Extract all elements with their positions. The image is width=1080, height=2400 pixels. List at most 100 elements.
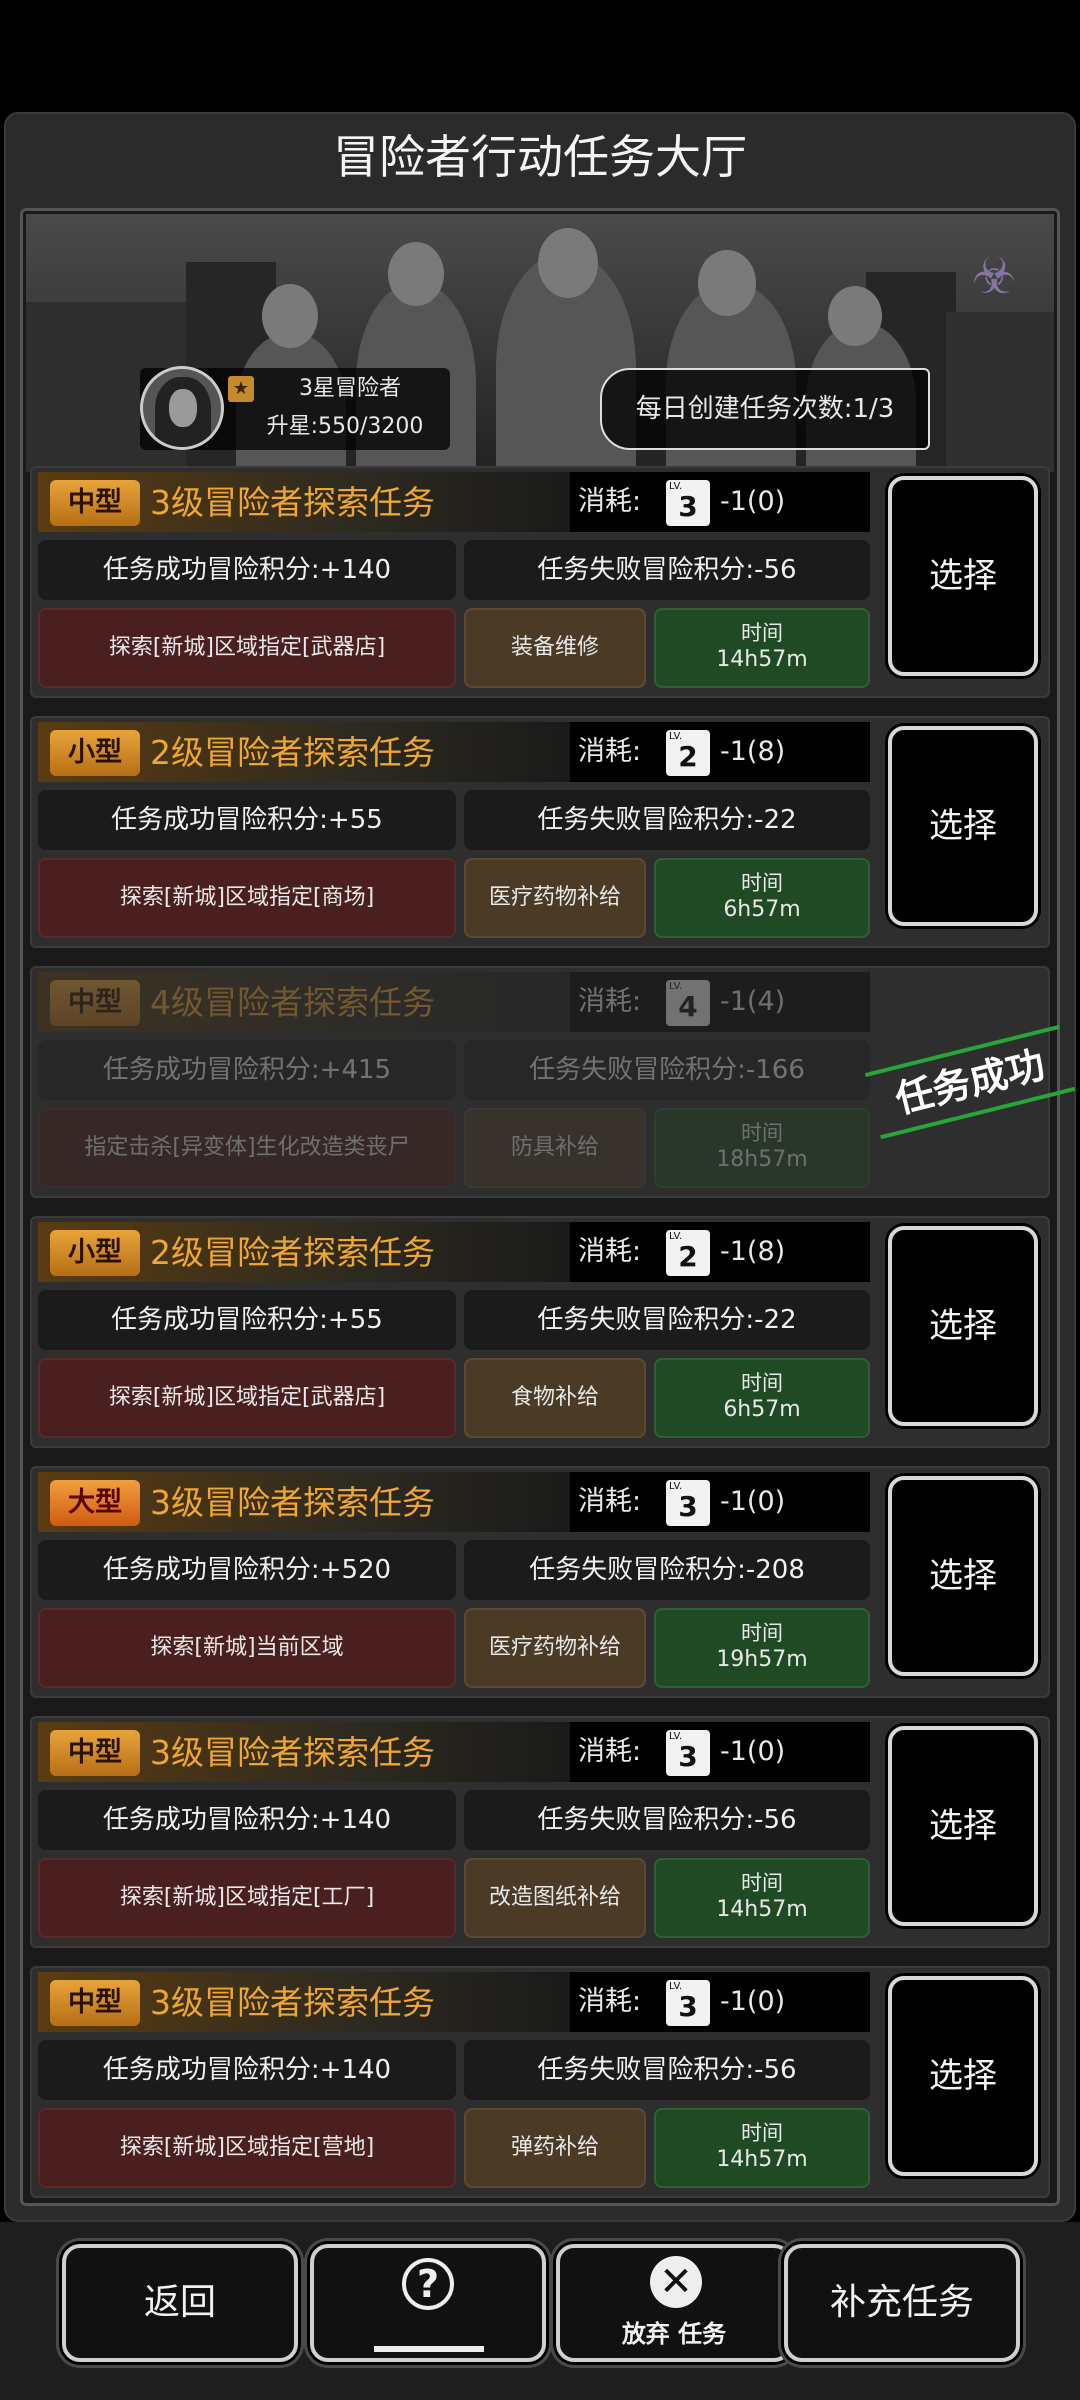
mission-cost: 消耗: LV. 3 -1(0) (570, 1722, 870, 1782)
mission-card: 中型 3级冒险者探索任务 消耗: LV. 3 -1(0) 任务成功冒险积分:+140 任务失败… (30, 1716, 1050, 1948)
success-points: 任务成功冒险积分:+415 (38, 1040, 456, 1100)
success-points: 任务成功冒险积分:+140 (38, 2040, 456, 2100)
mission-size-badge: 中型 (50, 1980, 140, 2026)
mission-title: 4级冒险者探索任务 (150, 983, 435, 1022)
level-ticket-icon: LV. 2 (666, 1230, 710, 1276)
mission-cost: 消耗: LV. 3 -1(0) (570, 472, 870, 532)
cost-label: 消耗: (578, 1486, 642, 1517)
cost-label: 消耗: (578, 1986, 642, 2017)
cost-label: 消耗: (578, 736, 642, 767)
mission-reward: 装备维修 (464, 608, 646, 688)
success-points: 任务成功冒险积分:+55 (38, 1290, 456, 1350)
select-button[interactable]: 选择 (888, 1226, 1038, 1426)
fail-points: 任务失败冒险积分:-56 (464, 2040, 870, 2100)
level-ticket-icon: LV. 3 (666, 1730, 710, 1776)
success-points: 任务成功冒险积分:+140 (38, 540, 456, 600)
mission-header: 大型 3级冒险者探索任务 (38, 1472, 570, 1532)
success-points: 任务成功冒险积分:+55 (38, 790, 456, 850)
mission-header: 中型 3级冒险者探索任务 (38, 1972, 570, 2032)
mission-title: 2级冒险者探索任务 (150, 1233, 435, 1272)
mission-success-stamp: 任务成功 (864, 1024, 1076, 1140)
mission-reward: 医疗药物补给 (464, 1608, 646, 1688)
help-button[interactable]: ? (310, 2244, 546, 2362)
mission-size-badge: 中型 (50, 980, 140, 1026)
rank-badge-icon: ★ (228, 376, 254, 402)
mission-time: 时间 14h57m (654, 1858, 870, 1938)
select-button[interactable]: 选择 (888, 476, 1038, 676)
cost-value: -1(4) (720, 986, 786, 1017)
fail-points: 任务失败冒险积分:-56 (464, 1790, 870, 1850)
level-ticket-icon: LV. 3 (666, 1980, 710, 2026)
mission-cost: 消耗: LV. 3 -1(0) (570, 1472, 870, 1532)
mission-title: 3级冒险者探索任务 (150, 1483, 435, 1522)
mission-size-badge: 小型 (50, 1230, 140, 1276)
mission-objective: 探索[新城]区域指定[营地] (38, 2108, 456, 2188)
abandon-mission-button[interactable]: ✕ 放弃 任务 (556, 2244, 792, 2362)
mission-reward: 弹药补给 (464, 2108, 646, 2188)
mission-card: 小型 2级冒险者探索任务 消耗: LV. 2 -1(8) 任务成功冒险积分:+55 任务失败冒… (30, 716, 1050, 948)
mission-size-badge: 大型 (50, 1480, 140, 1526)
player-rank-label: 3星冒险者 (299, 376, 401, 401)
mission-cost: 消耗: LV. 2 -1(8) (570, 722, 870, 782)
mission-objective: 探索[新城]区域指定[武器店] (38, 608, 456, 688)
level-ticket-icon: LV. 3 (666, 1480, 710, 1526)
mission-objective: 探索[新城]区域指定[工厂] (38, 1858, 456, 1938)
cost-label: 消耗: (578, 1736, 642, 1767)
mission-card: 小型 2级冒险者探索任务 消耗: LV. 2 -1(8) 任务成功冒险积分:+55 任务失败冒… (30, 1216, 1050, 1448)
level-ticket-icon: LV. 4 (666, 980, 710, 1026)
fail-points: 任务失败冒险积分:-22 (464, 790, 870, 850)
select-button[interactable]: 选择 (888, 1726, 1038, 1926)
mission-reward: 防具补给 (464, 1108, 646, 1188)
mission-time: 时间 18h57m (654, 1108, 870, 1188)
daily-create-count: 每日创建任务次数:1/3 (600, 368, 930, 450)
mission-title: 3级冒险者探索任务 (150, 1733, 435, 1772)
cost-value: -1(8) (720, 1236, 786, 1267)
select-button[interactable]: 选择 (888, 1476, 1038, 1676)
select-button[interactable]: 选择 (888, 1976, 1038, 2176)
mission-header: 中型 4级冒险者探索任务 (38, 972, 570, 1032)
star-progress: 升星:550/3200 (266, 414, 424, 439)
mission-reward: 改造图纸补给 (464, 1858, 646, 1938)
success-points: 任务成功冒险积分:+520 (38, 1540, 456, 1600)
mission-reward: 食物补给 (464, 1358, 646, 1438)
mission-objective: 指定击杀[异变体]生化改造类丧尸 (38, 1108, 456, 1188)
mission-card: 中型 3级冒险者探索任务 消耗: LV. 3 -1(0) 任务成功冒险积分:+140 任务失败… (30, 466, 1050, 698)
mission-time: 时间 14h57m (654, 2108, 870, 2188)
cost-value: -1(0) (720, 1486, 786, 1517)
mission-objective: 探索[新城]区域指定[商场] (38, 858, 456, 938)
player-avatar[interactable] (140, 366, 224, 450)
mission-objective: 探索[新城]区域指定[武器店] (38, 1358, 456, 1438)
select-button[interactable]: 选择 (888, 726, 1038, 926)
mission-size-badge: 小型 (50, 730, 140, 776)
fail-points: 任务失败冒险积分:-56 (464, 540, 870, 600)
success-points: 任务成功冒险积分:+140 (38, 1790, 456, 1850)
back-button[interactable]: 返回 (62, 2244, 298, 2362)
mission-time: 时间 14h57m (654, 608, 870, 688)
cost-value: -1(0) (720, 1986, 786, 2017)
mission-objective: 探索[新城]当前区域 (38, 1608, 456, 1688)
mission-title: 3级冒险者探索任务 (150, 483, 435, 522)
close-x-icon: ✕ (650, 2256, 702, 2308)
fail-points: 任务失败冒险积分:-208 (464, 1540, 870, 1600)
cost-label: 消耗: (578, 1236, 642, 1267)
mission-header: 中型 3级冒险者探索任务 (38, 472, 570, 532)
mission-title: 2级冒险者探索任务 (150, 733, 435, 772)
mission-cost: 消耗: LV. 4 -1(4) (570, 972, 870, 1032)
mission-header: 小型 2级冒险者探索任务 (38, 722, 570, 782)
cost-value: -1(0) (720, 1736, 786, 1767)
replenish-mission-button[interactable]: 补充任务 (784, 2244, 1020, 2362)
cost-label: 消耗: (578, 486, 642, 517)
mission-reward: 医疗药物补给 (464, 858, 646, 938)
mission-cost: 消耗: LV. 2 -1(8) (570, 1222, 870, 1282)
mission-card: 大型 3级冒险者探索任务 消耗: LV. 3 -1(0) 任务成功冒险积分:+520 任务失败… (30, 1466, 1050, 1698)
mission-title: 3级冒险者探索任务 (150, 1983, 435, 2022)
mission-time: 时间 6h57m (654, 858, 870, 938)
level-ticket-icon: LV. 3 (666, 480, 710, 526)
page-title: 冒险者行动任务大厅 (333, 130, 747, 184)
mission-card: 中型 4级冒险者探索任务 消耗: LV. 4 -1(4) 任务成功冒险积分:+415 任务失败… (30, 966, 1076, 1198)
mission-cost: 消耗: LV. 3 -1(0) (570, 1972, 870, 2032)
cost-label: 消耗: (578, 986, 642, 1017)
mission-time: 时间 19h57m (654, 1608, 870, 1688)
biohazard-emblem-icon: ☣ (971, 247, 1017, 305)
fail-points: 任务失败冒险积分:-22 (464, 1290, 870, 1350)
